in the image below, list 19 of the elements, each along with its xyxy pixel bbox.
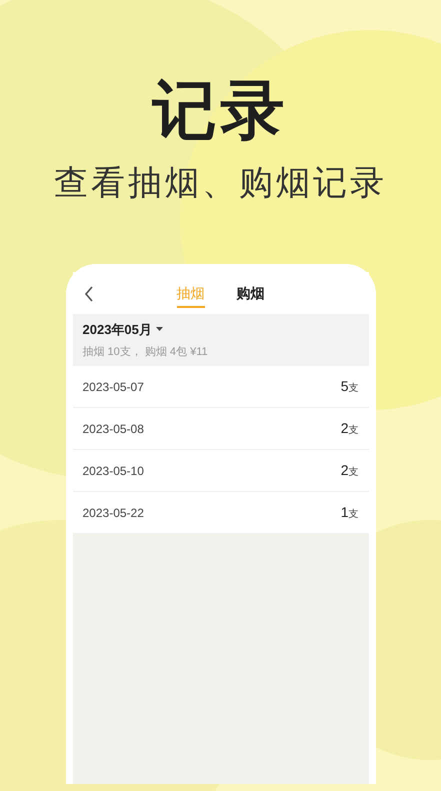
count-unit: 支 xyxy=(348,466,358,480)
record-date: 2023-05-22 xyxy=(82,504,144,522)
record-date: 2023-05-08 xyxy=(82,420,144,438)
count-unit: 支 xyxy=(348,424,358,438)
record-count: 2 xyxy=(340,419,348,438)
count-unit: 支 xyxy=(348,382,358,396)
count-unit: 支 xyxy=(348,508,358,522)
subtitle: 查看抽烟、购烟记录 xyxy=(54,163,387,204)
record-date: 2023-05-07 xyxy=(82,378,144,396)
dropdown-icon[interactable] xyxy=(156,327,163,332)
tab[interactable]: 购烟 xyxy=(236,278,264,308)
record-count: 1 xyxy=(340,503,348,522)
month-selector[interactable]: 2023年05月 xyxy=(82,320,152,340)
back-icon[interactable] xyxy=(84,286,94,302)
record-count: 2 xyxy=(340,461,348,480)
record-count: 5 xyxy=(340,377,348,396)
summary-text: 抽烟 10支， 购烟 4包 ¥11 xyxy=(82,344,209,360)
record-date: 2023-05-10 xyxy=(82,462,144,480)
headline: 记录 xyxy=(152,73,288,148)
